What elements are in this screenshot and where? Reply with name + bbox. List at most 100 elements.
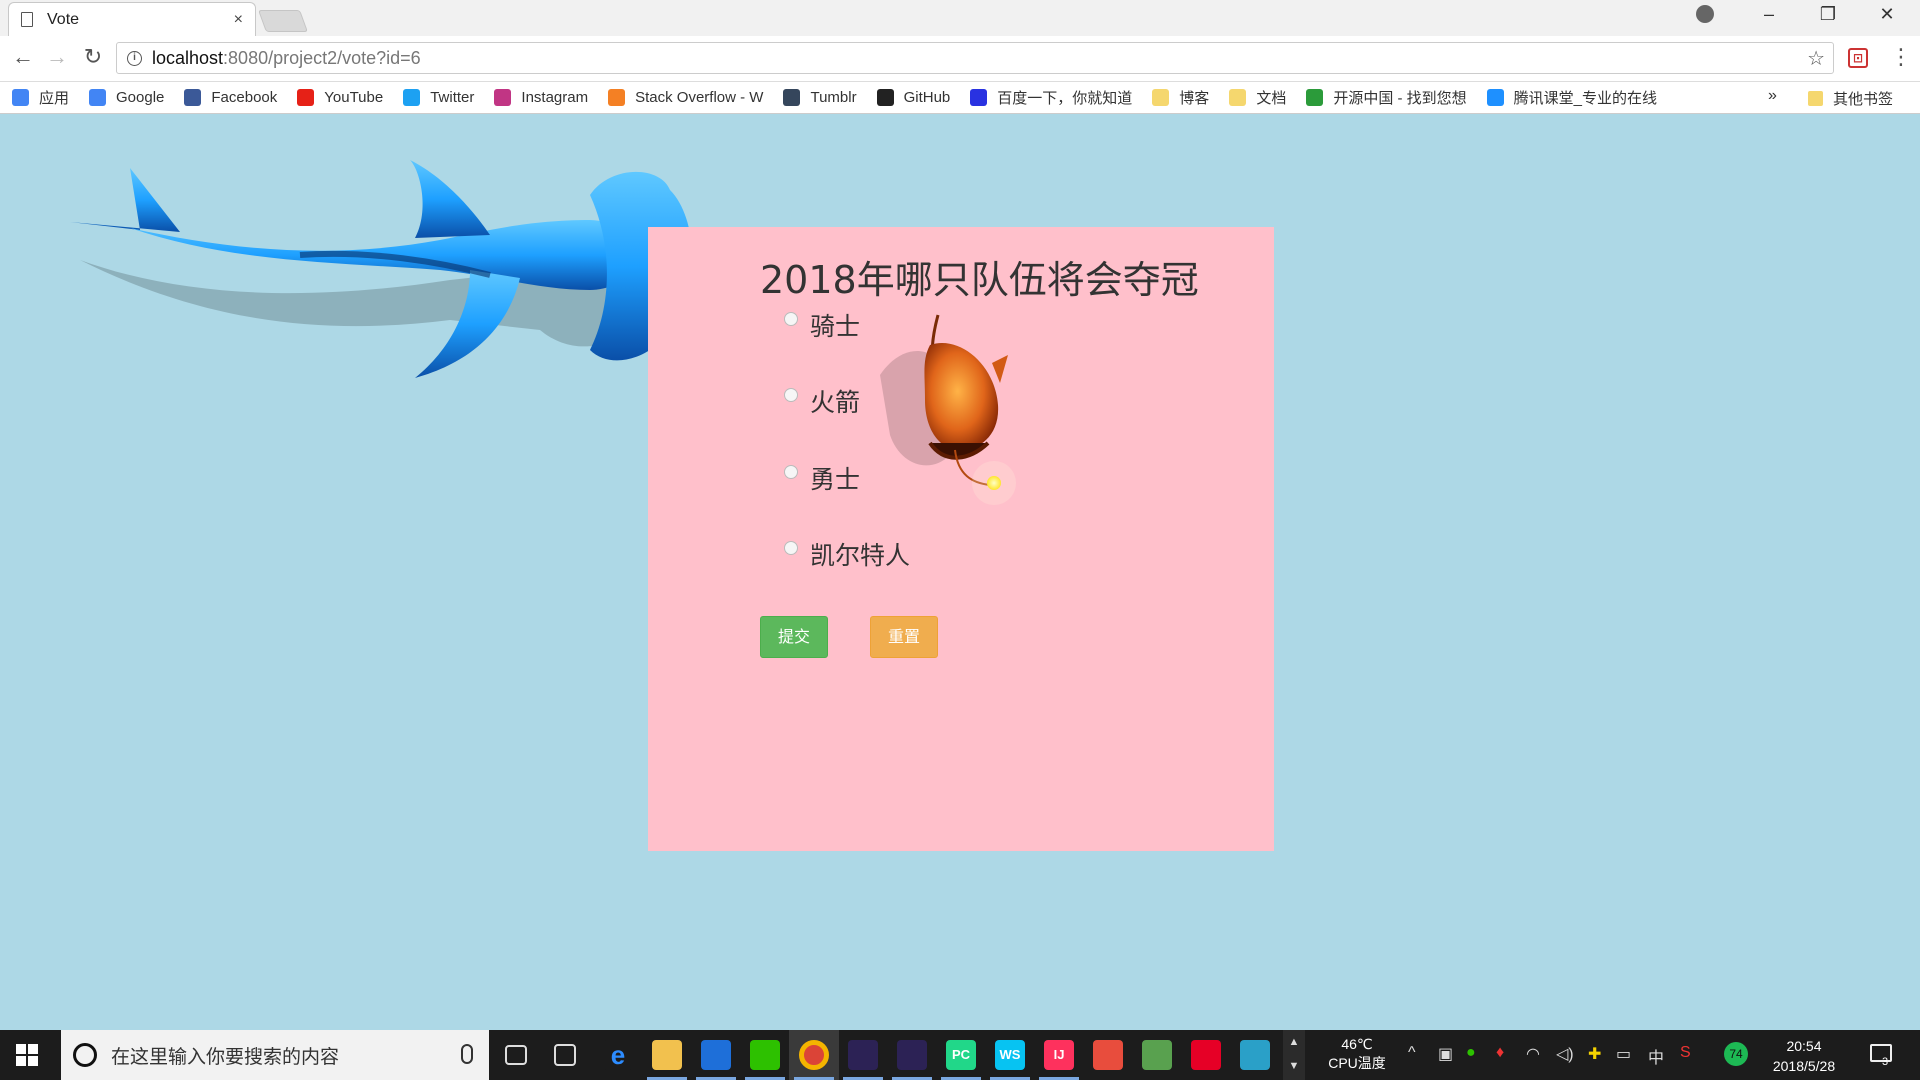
- taskbar-scroll-arrows[interactable]: ▲ ▼: [1283, 1030, 1305, 1080]
- microphone-icon[interactable]: [461, 1044, 473, 1064]
- bookmark-item[interactable]: Tumblr: [783, 89, 857, 106]
- bookmark-item[interactable]: Facebook: [184, 89, 277, 106]
- radio-button[interactable]: [784, 312, 798, 326]
- apps-grid-icon: [12, 89, 29, 106]
- bookmark-item[interactable]: 开源中国 - 找到您想: [1306, 87, 1467, 108]
- profile-icon[interactable]: [1696, 5, 1714, 23]
- bookmark-item[interactable]: 文档: [1229, 87, 1286, 108]
- submit-button[interactable]: 提交: [760, 616, 828, 658]
- bookmark-item[interactable]: Stack Overflow - W: [608, 89, 763, 106]
- wechat-icon[interactable]: [750, 1040, 780, 1070]
- vote-option-0[interactable]: 骑士: [784, 307, 860, 343]
- forward-arrow-icon[interactable]: →: [42, 44, 72, 70]
- tab-close-icon[interactable]: ×: [234, 11, 243, 29]
- chrome-icon[interactable]: [799, 1040, 829, 1070]
- action-center-icon[interactable]: [1870, 1044, 1892, 1062]
- bookmark-item[interactable]: Instagram: [494, 89, 588, 106]
- notepad-icon[interactable]: [1142, 1040, 1172, 1070]
- pycharm-icon[interactable]: PC: [946, 1040, 976, 1070]
- folder-icon: [1229, 89, 1247, 106]
- radio-button[interactable]: [784, 465, 798, 479]
- search-placeholder: 在这里输入你要搜索的内容: [111, 1045, 340, 1068]
- taskbar-search-box[interactable]: 在这里输入你要搜索的内容: [61, 1030, 489, 1080]
- netease-music-icon[interactable]: [1191, 1040, 1221, 1070]
- wechat-tray-icon[interactable]: ●: [1466, 1044, 1476, 1062]
- file-explorer-icon[interactable]: [652, 1040, 682, 1070]
- battery-icon[interactable]: ▭: [1616, 1044, 1631, 1064]
- bookmark-item[interactable]: YouTube: [297, 89, 383, 106]
- eclipse-icon-2[interactable]: [897, 1040, 927, 1070]
- address-bar[interactable]: i localhost :8080/project2/vote?id=6 ☆: [116, 42, 1834, 74]
- vpn-icon[interactable]: [1240, 1040, 1270, 1070]
- other-bookmarks-folder[interactable]: 其他书签: [1808, 88, 1893, 109]
- oschina-icon: [1306, 89, 1324, 106]
- wifi-icon[interactable]: ◠: [1526, 1044, 1540, 1064]
- reset-button[interactable]: 重置: [870, 616, 938, 658]
- bookmarks-overflow-chevron-icon[interactable]: »: [1768, 87, 1777, 105]
- windows-start-icon[interactable]: [16, 1044, 38, 1066]
- webstorm-icon[interactable]: WS: [995, 1040, 1025, 1070]
- browser-tab[interactable]: Vote ×: [8, 2, 256, 36]
- app-colorful-icon[interactable]: [1093, 1040, 1123, 1070]
- cortana-icon[interactable]: [73, 1043, 97, 1067]
- system-clock[interactable]: 20:54 2018/5/28: [1762, 1036, 1846, 1076]
- qq-tray-icon[interactable]: ♦: [1496, 1044, 1504, 1062]
- show-hidden-icons-chevron-icon[interactable]: ^: [1408, 1044, 1416, 1062]
- radio-button[interactable]: [784, 541, 798, 555]
- edge-icon[interactable]: e: [603, 1040, 633, 1070]
- bookmark-item[interactable]: 腾讯课堂_专业的在线: [1486, 87, 1657, 108]
- vote-title: 2018年哪只队伍将会夺冠: [760, 258, 1199, 302]
- browser-menu-icon[interactable]: ⋮: [1890, 44, 1912, 70]
- performance-badge[interactable]: 74: [1724, 1042, 1748, 1066]
- bookmark-item[interactable]: 百度一下，你就知道: [970, 87, 1132, 108]
- vote-option-1[interactable]: 火箭: [784, 383, 860, 419]
- bookmark-label: Facebook: [211, 89, 278, 106]
- ime-indicator[interactable]: 中: [1648, 1044, 1664, 1068]
- bookmark-label: Tumblr: [810, 89, 857, 106]
- bookmark-label: 其他书签: [1833, 91, 1894, 108]
- tumblr-icon: [783, 89, 801, 106]
- browser-tab-strip: Vote × – ❐ ✕: [0, 0, 1920, 36]
- bookmark-item[interactable]: 应用: [12, 87, 69, 108]
- network-share-icon[interactable]: ▣: [1438, 1044, 1453, 1064]
- radio-button[interactable]: [784, 388, 798, 402]
- notification-count: 3: [1882, 1056, 1889, 1068]
- minimize-button[interactable]: –: [1754, 4, 1784, 25]
- option-label: 勇士: [810, 465, 861, 494]
- qq-icon[interactable]: [701, 1040, 731, 1070]
- task-view-icon[interactable]: [505, 1045, 527, 1065]
- intellij-icon[interactable]: IJ: [1044, 1040, 1074, 1070]
- bookmarks-bar: 应用 Google Facebook YouTube Twitter Instagram S…: [0, 82, 1920, 114]
- twitter-icon: [403, 89, 421, 106]
- document-icon: [21, 12, 33, 27]
- store-icon[interactable]: [554, 1044, 576, 1066]
- bookmark-label: Stack Overflow - W: [635, 89, 764, 106]
- bookmark-item[interactable]: Twitter: [403, 89, 474, 106]
- baidu-icon: [970, 89, 988, 106]
- bookmark-star-icon[interactable]: ☆: [1807, 46, 1825, 71]
- extension-icon[interactable]: ⊡: [1848, 48, 1868, 68]
- bookmark-label: 文档: [1256, 90, 1287, 107]
- vote-option-2[interactable]: 勇士: [784, 460, 860, 496]
- info-icon[interactable]: i: [127, 50, 142, 66]
- vote-option-3[interactable]: 凯尔特人: [784, 536, 910, 572]
- google-icon: [89, 89, 107, 106]
- tencent-class-icon: [1486, 89, 1504, 106]
- folder-icon: [1808, 91, 1823, 106]
- back-arrow-icon[interactable]: ←: [8, 44, 38, 70]
- bookmark-item[interactable]: Google: [89, 89, 164, 106]
- bookmark-item[interactable]: 博客: [1152, 87, 1209, 108]
- bookmark-item[interactable]: GitHub: [876, 89, 950, 106]
- eclipse-icon[interactable]: [848, 1040, 878, 1070]
- reload-icon[interactable]: ↻: [78, 44, 108, 70]
- security-tray-icon[interactable]: ✚: [1588, 1044, 1601, 1064]
- stackoverflow-icon: [608, 89, 626, 106]
- hammerhead-shark-image: [70, 160, 693, 378]
- cpu-temperature-widget[interactable]: 46℃ CPU温度: [1322, 1035, 1392, 1073]
- maximize-button[interactable]: ❐: [1813, 4, 1843, 25]
- new-tab-button[interactable]: [257, 10, 309, 32]
- close-window-button[interactable]: ✕: [1872, 4, 1902, 25]
- bookmark-label: 开源中国 - 找到您想: [1333, 90, 1467, 107]
- volume-icon[interactable]: ◁): [1556, 1044, 1574, 1064]
- sogou-input-icon[interactable]: S: [1680, 1044, 1691, 1062]
